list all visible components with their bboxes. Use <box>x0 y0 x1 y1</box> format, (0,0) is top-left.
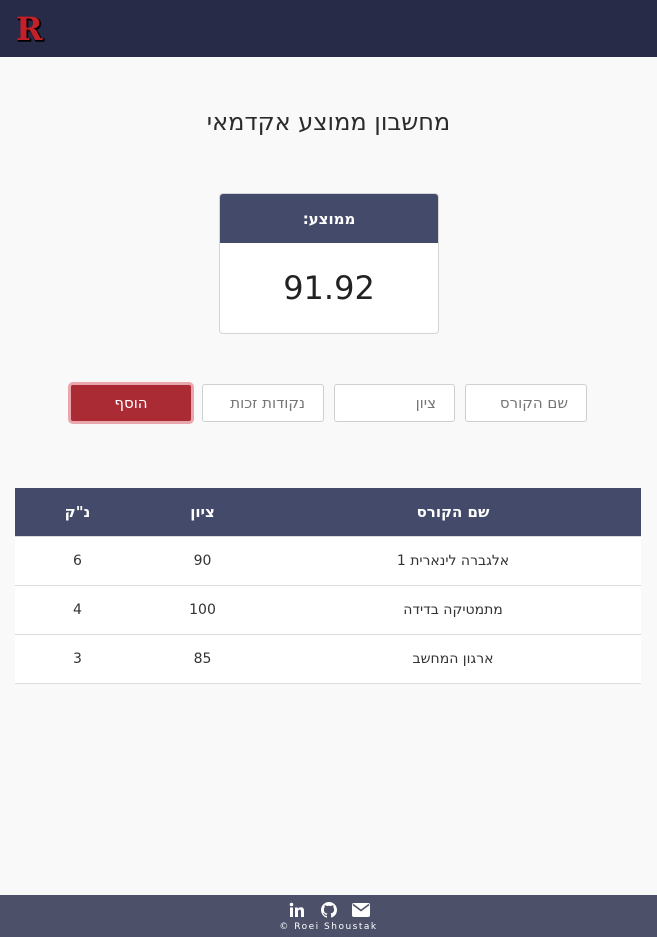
grade-cell: 90 <box>140 535 265 586</box>
courses-table: נ"ק ציון שם הקורס 6 90 אלגברה לינארית 1 … <box>15 488 641 684</box>
top-navbar: R R <box>0 0 657 57</box>
grade-cell: 85 <box>140 634 265 684</box>
credits-cell: 3 <box>15 634 140 684</box>
course-name-input[interactable] <box>465 384 587 422</box>
page-footer: © Roei Shoustak <box>0 895 657 937</box>
mail-icon[interactable] <box>351 901 370 919</box>
github-icon[interactable] <box>320 901 338 919</box>
copyright-text: © Roei Shoustak <box>279 922 378 932</box>
r-logo-icon: R R <box>16 12 45 46</box>
table-header-row: נ"ק ציון שם הקורס <box>15 488 641 536</box>
social-links <box>0 895 657 919</box>
credits-column-header: נ"ק <box>15 488 140 536</box>
course-cell: מתמטיקה בדידה <box>265 585 641 635</box>
grade-cell: 100 <box>140 585 265 635</box>
course-column-header: שם הקורס <box>265 488 641 536</box>
grade-input[interactable] <box>334 384 455 422</box>
table-row: 4 100 מתמטיקה בדידה <box>15 585 641 635</box>
home-logo-link[interactable]: R R <box>14 12 48 46</box>
table-row: 3 85 ארגון המחשב <box>15 634 641 684</box>
average-value: 91.92 <box>283 269 375 307</box>
linkedin-icon[interactable] <box>288 901 306 919</box>
average-label: ממוצע: <box>220 194 438 243</box>
average-card: ממוצע: 91.92 <box>219 193 439 334</box>
svg-text:R: R <box>16 12 43 46</box>
add-course-button[interactable]: הוסף <box>68 382 194 424</box>
credits-cell: 6 <box>15 535 140 586</box>
page-title: מחשבון ממוצע אקדמאי <box>206 108 451 136</box>
course-cell: אלגברה לינארית 1 <box>265 535 641 586</box>
grade-column-header: ציון <box>140 488 265 536</box>
table-row: 6 90 אלגברה לינארית 1 <box>15 535 641 586</box>
credits-input[interactable] <box>202 384 324 422</box>
course-cell: ארגון המחשב <box>265 634 641 684</box>
credits-cell: 4 <box>15 585 140 635</box>
